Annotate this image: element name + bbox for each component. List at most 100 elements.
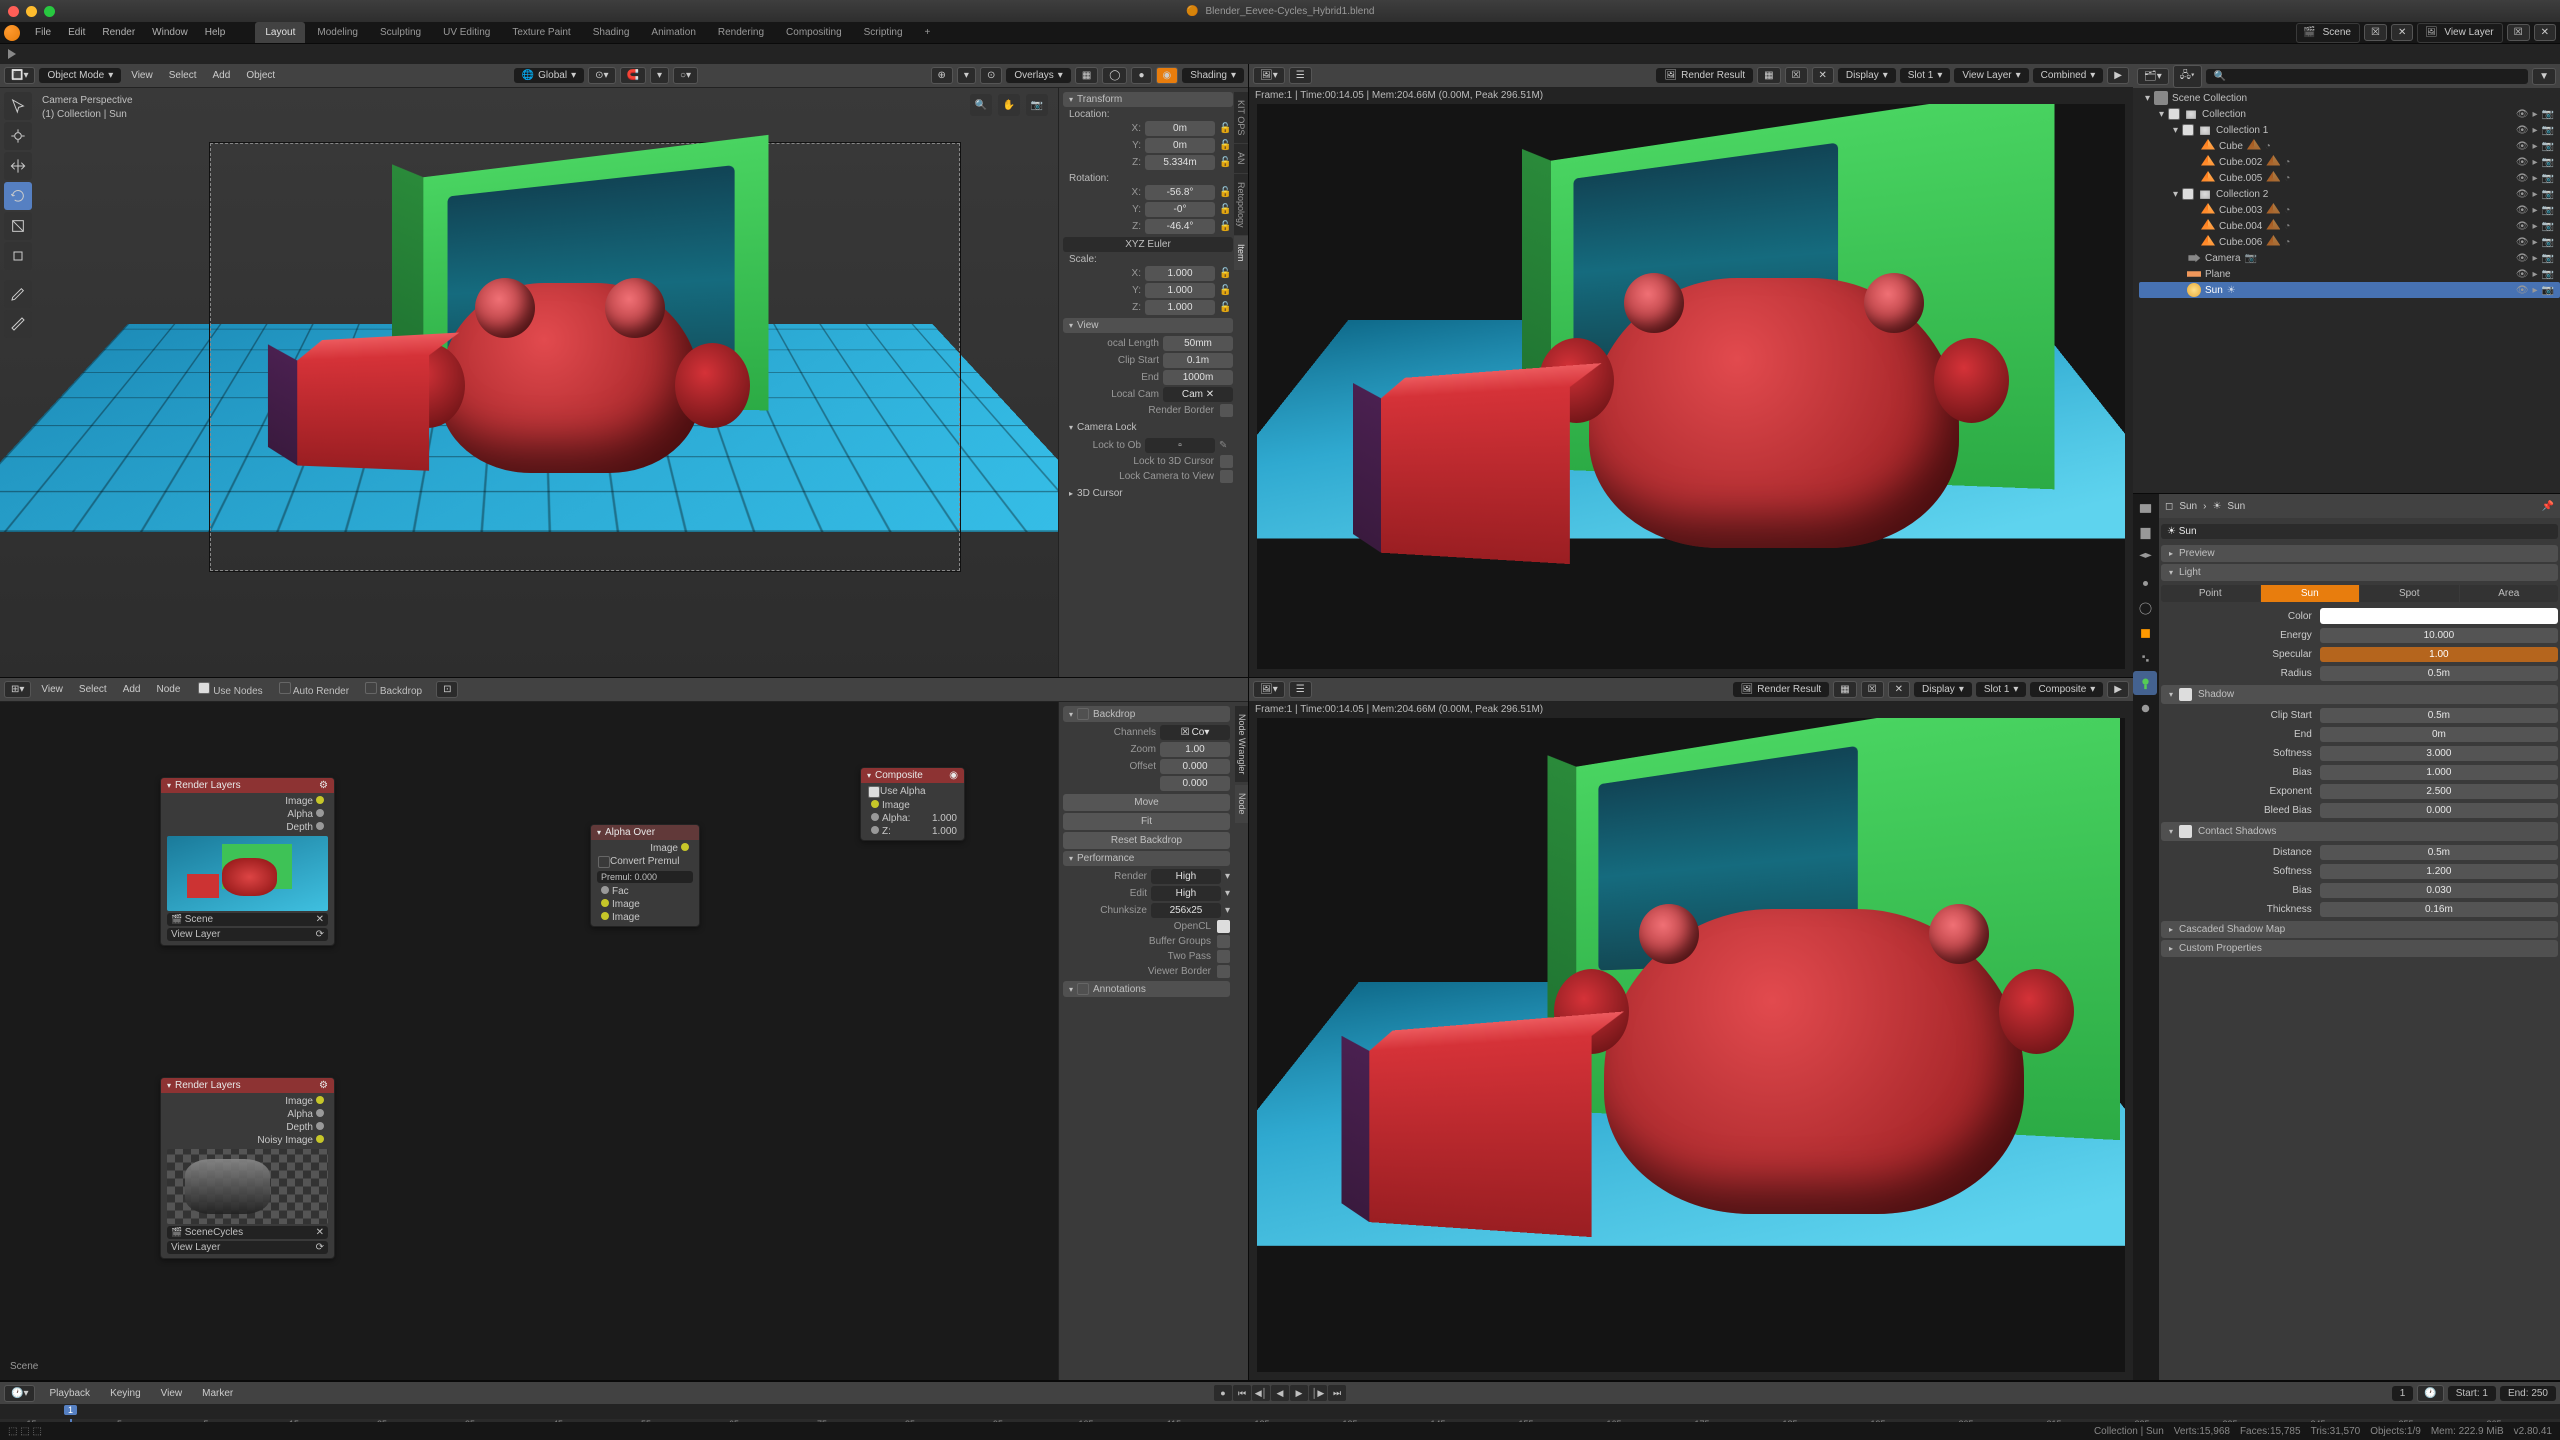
tree-row[interactable]: Cube.006 ◔👁▸📷 — [2139, 234, 2560, 250]
image-selector[interactable]: 🖼 Render Result — [1733, 682, 1830, 697]
node-wrangler-tab[interactable]: Node Wrangler — [1235, 706, 1248, 782]
node-layer-selector[interactable]: View Layer ⟳ — [167, 1241, 328, 1254]
outliner-search[interactable]: 🔍 — [2206, 69, 2529, 84]
c-bias-field[interactable]: 0.030 — [2320, 883, 2558, 898]
hide-render-icon[interactable]: 📷 — [2542, 173, 2554, 184]
socket-icon[interactable] — [871, 826, 879, 834]
orientation-selector[interactable]: 🌐 Global ▾ — [514, 68, 584, 83]
hide-render-icon[interactable]: 📷 — [2542, 141, 2554, 152]
bias-field[interactable]: 1.000 — [2320, 765, 2558, 780]
scale-x-field[interactable]: 1.000 — [1145, 266, 1215, 281]
compositor[interactable]: ⊞▾ View Select Add Node Use Nodes Auto R… — [0, 678, 1248, 1380]
node-layer-selector[interactable]: View Layer ⟳ — [167, 928, 328, 941]
image-selector[interactable]: 🖼 Render Result — [1656, 68, 1753, 83]
tab-add[interactable]: + — [915, 22, 941, 43]
render-canvas[interactable] — [1257, 718, 2125, 1372]
editor-type-selector[interactable]: 🕐▾ — [4, 1385, 35, 1402]
autokey-toggle[interactable]: ● — [1214, 1385, 1232, 1401]
start-frame-field[interactable]: Start: 1 — [2448, 1386, 2496, 1401]
jump-end-button[interactable]: ⏭ — [1328, 1385, 1346, 1401]
zoom-field[interactable]: 1.00 — [1160, 742, 1230, 757]
scene-new-button[interactable]: ☒ — [2364, 24, 2387, 41]
chunk-field[interactable]: 256x25 — [1151, 903, 1221, 918]
transform-panel-header[interactable]: ▾Transform — [1063, 92, 1233, 107]
node-render-layers-2[interactable]: ▾Render Layers⚙ Image Alpha Depth Noisy … — [160, 1077, 335, 1259]
display-selector[interactable]: Display ▾ — [1914, 682, 1972, 697]
tab-animation[interactable]: Animation — [641, 22, 705, 43]
img-browse[interactable]: ▦ — [1757, 67, 1780, 84]
hide-viewport-icon[interactable]: 👁 — [2516, 221, 2529, 232]
xray-toggle[interactable]: ▦ — [1075, 67, 1098, 84]
clip-end-field[interactable]: 1000m — [1163, 370, 1233, 385]
vp-menu-object[interactable]: Object — [240, 68, 281, 83]
tree-row[interactable]: Cube ◔👁▸📷 — [2139, 138, 2560, 154]
slot-selector[interactable]: Slot 1 ▾ — [1900, 68, 1951, 83]
node-scene-selector[interactable]: 🎬 SceneCycles ✕ — [167, 1226, 328, 1239]
annotations-panel-header[interactable]: ▾ Annotations — [1063, 981, 1230, 997]
hide-viewport-icon[interactable]: 👁 — [2516, 269, 2529, 280]
ne-menu-view[interactable]: View — [35, 682, 69, 697]
ne-menu-node[interactable]: Node — [151, 682, 187, 697]
tree-row[interactable]: ▾Collection👁▸📷 — [2139, 106, 2560, 122]
tree-row[interactable]: Plane👁▸📷 — [2139, 266, 2560, 282]
color-swatch[interactable] — [2320, 608, 2558, 624]
loc-z-field[interactable]: 5.334m — [1145, 155, 1215, 170]
c-softness-field[interactable]: 1.200 — [2320, 864, 2558, 879]
custom-props-header[interactable]: ▸Custom Properties — [2161, 940, 2558, 957]
hide-viewport-icon[interactable]: 👁 — [2516, 205, 2529, 216]
cascaded-panel-header[interactable]: ▸Cascaded Shadow Map — [2161, 921, 2558, 938]
move-button[interactable]: Move — [1063, 794, 1230, 811]
menu-file[interactable]: File — [27, 24, 59, 41]
viewlayer-selector[interactable]: 🖼View Layer — [2417, 23, 2502, 43]
fit-button[interactable]: Fit — [1063, 813, 1230, 830]
jump-start-button[interactable]: ⏮ — [1233, 1385, 1251, 1401]
socket-icon[interactable] — [871, 813, 879, 821]
preview-panel-header[interactable]: ▸Preview — [2161, 545, 2558, 562]
z-value[interactable]: 1.000 — [932, 826, 957, 837]
tab-viewlayer[interactable] — [2133, 546, 2157, 570]
reset-backdrop-button[interactable]: Reset Backdrop — [1063, 832, 1230, 849]
annotations-checkbox[interactable] — [1077, 983, 1089, 995]
play-button[interactable]: ▶ — [1290, 1385, 1308, 1401]
hide-select-icon[interactable]: ▸ — [2533, 221, 2538, 232]
tool-cursor[interactable] — [4, 122, 32, 150]
gizmo-options[interactable]: ▾ — [957, 67, 976, 84]
light-type-sun[interactable]: Sun — [2261, 585, 2360, 602]
vp-menu-select[interactable]: Select — [163, 68, 203, 83]
lock-cursor-checkbox[interactable] — [1220, 455, 1233, 468]
opencl-checkbox[interactable] — [1217, 920, 1230, 933]
tab-constraints[interactable] — [2133, 646, 2157, 670]
snap-toggle[interactable]: 🧲 — [620, 67, 646, 84]
ne-menu-select[interactable]: Select — [73, 682, 113, 697]
viewlayer-delete-button[interactable]: ✕ — [2534, 24, 2556, 41]
socket-icon[interactable] — [601, 886, 609, 894]
pivot-button[interactable]: ⊙▾ — [588, 67, 615, 84]
node-render-layers-1[interactable]: ▾Render Layers⚙ Image Alpha Depth 🎬 Scen… — [160, 777, 335, 946]
image-editor-bottom[interactable]: 🖼▾ ☰ 🖼 Render Result ▦ ☒ ✕ Display ▾ Slo… — [1249, 678, 2133, 1380]
loc-y-field[interactable]: 0m — [1145, 138, 1215, 153]
contact-shadows-checkbox[interactable] — [2179, 825, 2192, 838]
hide-viewport-icon[interactable]: 👁 — [2516, 125, 2529, 136]
hide-render-icon[interactable]: 📷 — [2542, 157, 2554, 168]
hide-select-icon[interactable]: ▸ — [2533, 125, 2538, 136]
socket-icon[interactable] — [316, 1096, 324, 1104]
pass-selector[interactable]: Combined ▾ — [2033, 68, 2104, 83]
propedit-toggle[interactable]: ○▾ — [673, 67, 698, 84]
tab-scene[interactable] — [2133, 571, 2157, 595]
socket-icon[interactable] — [316, 822, 324, 830]
img-browse[interactable]: ▦ — [1833, 681, 1856, 698]
tl-menu-keying[interactable]: Keying — [104, 1386, 147, 1401]
disclosure-icon[interactable]: ▾ — [2173, 125, 2178, 136]
minimize-icon[interactable] — [26, 6, 37, 17]
backdrop-enable-checkbox[interactable] — [1077, 708, 1089, 720]
tab-object[interactable] — [2133, 621, 2157, 645]
lock-camera-checkbox[interactable] — [1220, 470, 1233, 483]
preview-range-toggle[interactable]: 🕐 — [2417, 1385, 2443, 1402]
camera-icon[interactable]: 📷 — [1026, 94, 1048, 116]
offset-x-field[interactable]: 0.000 — [1160, 759, 1230, 774]
tab-shading[interactable]: Shading — [583, 22, 640, 43]
hide-select-icon[interactable]: ▸ — [2533, 109, 2538, 120]
backdrop-options[interactable]: ⊡ — [436, 681, 458, 698]
bleed-field[interactable]: 0.000 — [2320, 803, 2558, 818]
editor-type-selector[interactable]: 🖼▾ — [1253, 67, 1285, 84]
